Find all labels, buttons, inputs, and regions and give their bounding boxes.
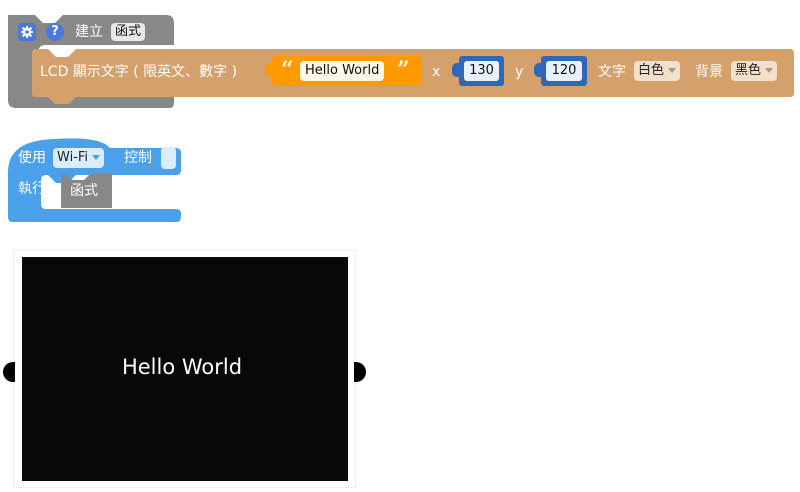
x-label: x <box>432 64 441 80</box>
create-label: 建立 <box>75 24 103 40</box>
background-color-label: 背景 <box>695 64 723 80</box>
background-color-value: 黑色 <box>735 63 762 78</box>
x-number-notch <box>452 63 461 77</box>
function-name-field[interactable]: 函式 <box>111 23 146 41</box>
nested-function-label[interactable]: 函式 <box>70 184 98 198</box>
control-label: 控制 <box>124 150 152 166</box>
quote-close-icon: ” <box>397 57 410 83</box>
y-label: y <box>515 64 524 80</box>
help-icon[interactable]: ? <box>46 23 64 41</box>
text-color-dropdown[interactable]: 白色 <box>634 61 681 81</box>
background-color-dropdown[interactable]: 黑色 <box>731 61 778 81</box>
use-label: 使用 <box>18 150 46 166</box>
lcd-left-handle[interactable] <box>3 362 15 382</box>
text-value-field[interactable]: Hello World <box>300 61 385 81</box>
wifi-value: Wi-Fi <box>57 150 89 165</box>
x-value-field[interactable]: 130 <box>464 61 499 81</box>
lcd-block-label: LCD 顯示文字 ( 限英文、數字 ) <box>40 64 238 80</box>
lcd-screen-text: Hello World <box>121 355 243 379</box>
y-value-field[interactable]: 120 <box>546 61 582 81</box>
wifi-dropdown[interactable]: Wi-Fi <box>53 148 105 168</box>
chevron-down-icon <box>765 68 774 73</box>
gear-icon[interactable] <box>18 23 36 41</box>
text-color-label: 文字 <box>598 64 626 80</box>
y-number-notch <box>534 63 543 77</box>
lcd-right-handle[interactable] <box>354 362 366 382</box>
execute-label: 執行 <box>18 181 46 197</box>
quote-open-icon: “ <box>281 57 294 83</box>
text-string-notch <box>265 63 274 77</box>
chevron-down-icon <box>668 68 677 73</box>
control-input-slot[interactable] <box>161 147 176 169</box>
text-color-value: 白色 <box>638 63 665 78</box>
chevron-down-icon <box>92 155 101 160</box>
